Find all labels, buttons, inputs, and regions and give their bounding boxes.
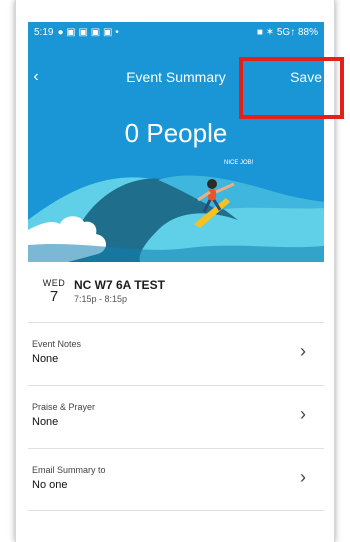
row-email-summary[interactable]: Email Summary to No one › xyxy=(28,448,324,511)
event-day-number: 7 xyxy=(49,288,59,305)
event-date: WED 7 xyxy=(40,278,68,306)
save-highlight-box xyxy=(239,57,344,119)
event-weekday: WED xyxy=(42,278,66,288)
system-status: ■ ✶ 5G↑ 88% xyxy=(256,26,318,38)
back-icon[interactable]: ‹ xyxy=(28,64,44,90)
row-value: None xyxy=(32,353,59,365)
people-count: 0 People xyxy=(124,118,228,148)
row-value: No one xyxy=(32,479,68,491)
event-name: NC W7 6A TEST xyxy=(74,278,165,292)
status-bar: 5:19 ● ▣ ▣ ▣ ▣ • ■ ✶ 5G↑ 88% xyxy=(28,22,324,42)
event-header: WED 7 NC W7 6A TEST 7:15p - 8:15p xyxy=(28,270,324,320)
row-label: Email Summary to xyxy=(32,465,106,475)
summary-rows: Event Notes None › Praise & Prayer None … xyxy=(28,322,324,511)
surf-wave-illustration: NICE JOB! xyxy=(28,150,324,262)
row-praise-prayer[interactable]: Praise & Prayer None › xyxy=(28,385,324,448)
chevron-right-icon: › xyxy=(300,341,306,361)
row-label: Praise & Prayer xyxy=(32,402,96,412)
event-time: 7:15p - 8:15p xyxy=(74,294,128,304)
chevron-right-icon: › xyxy=(300,467,306,487)
row-value: None xyxy=(32,416,59,428)
nice-job-badge: NICE JOB! xyxy=(224,160,254,166)
row-label: Event Notes xyxy=(32,339,82,349)
page-title: Event Summary xyxy=(126,69,226,85)
chevron-right-icon: › xyxy=(300,404,306,424)
status-time: 5:19 xyxy=(34,26,54,38)
notification-icons: ● ▣ ▣ ▣ ▣ • xyxy=(57,26,119,38)
row-event-notes[interactable]: Event Notes None › xyxy=(28,322,324,385)
